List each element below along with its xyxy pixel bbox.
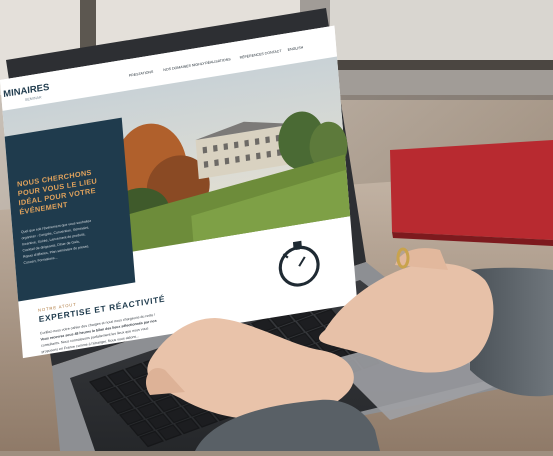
red-book [390, 140, 553, 240]
photo-scene [0, 0, 553, 451]
